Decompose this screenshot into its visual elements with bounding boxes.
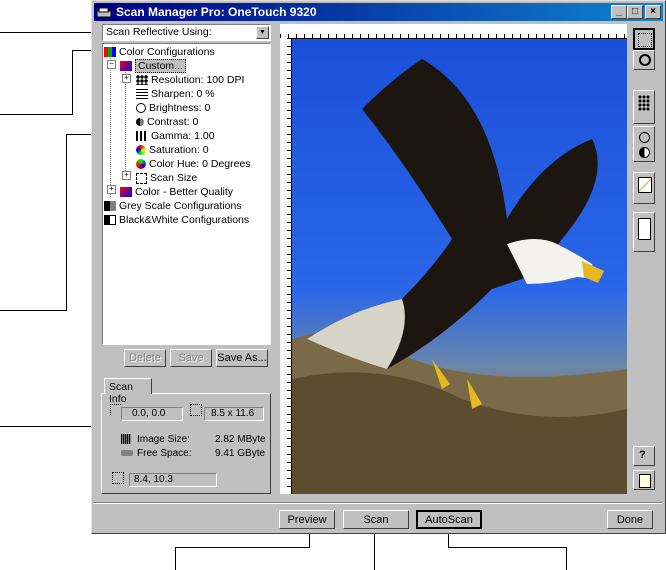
page-size-icon <box>638 218 651 240</box>
gamma-icon <box>136 131 148 142</box>
eagle-illustration <box>292 59 627 494</box>
curve-icon <box>638 177 652 193</box>
size-field: 8.5 x 11.6 <box>204 407 264 421</box>
preview-button[interactable]: Preview <box>279 510 335 529</box>
scan-source-select[interactable]: Scan Reflective Using: ▼ <box>102 24 271 41</box>
brightness-icon <box>136 103 146 114</box>
image-size-label: Image Size: <box>137 434 190 445</box>
color-quality-icon <box>120 187 132 198</box>
expand-toggle[interactable]: + <box>122 74 131 83</box>
free-space-value: 9.41 GByte <box>215 448 266 459</box>
size-icon <box>190 404 202 416</box>
free-space-label: Free Space: <box>137 448 192 459</box>
tree-item-color-configurations[interactable]: Color Configurations <box>104 46 215 58</box>
bottom-separator <box>93 502 662 504</box>
preview-image[interactable] <box>292 39 627 494</box>
select-arrow-icon <box>638 33 652 47</box>
callout-line-settings <box>0 310 66 311</box>
callout-line-preview-h <box>175 547 310 548</box>
autoscan-button[interactable]: AutoScan <box>416 510 482 529</box>
image-size-icon <box>121 434 131 444</box>
select-tool-button[interactable] <box>633 28 655 50</box>
minimize-button[interactable]: _ <box>611 5 627 19</box>
dropdown-arrow-button[interactable]: ▼ <box>256 26 269 39</box>
top-ruler <box>280 24 627 39</box>
tree-item-contrast[interactable]: Contrast: 0 <box>136 116 198 128</box>
tree-item-brightness[interactable]: Brightness: 0 <box>136 102 210 114</box>
grey-config-icon <box>104 201 116 212</box>
tree-item-color-hue[interactable]: Color Hue: 0 Degrees <box>136 158 251 170</box>
sharpen-icon <box>136 89 148 100</box>
callout-line-preview-d <box>175 547 176 570</box>
cursor-position-field: 8.4, 10.3 <box>129 473 217 487</box>
tree-item-resolution[interactable]: Resolution: 100 DPI <box>136 74 244 86</box>
tree-item-custom[interactable]: Custom... <box>120 59 186 73</box>
contrast-circle-icon <box>639 147 650 158</box>
callout-line-scan <box>374 528 375 570</box>
left-ruler <box>280 38 292 494</box>
delete-button[interactable]: Delete <box>124 349 166 367</box>
brightness-tool-button[interactable] <box>633 126 655 162</box>
callout-line-scan-source <box>0 32 102 33</box>
save-as-button[interactable]: Save As... <box>216 349 268 367</box>
tree-item-color-better-quality[interactable]: Color - Better Quality <box>120 186 233 198</box>
scan-source-value: Scan Reflective Using: <box>106 26 212 38</box>
custom-config-icon <box>120 61 132 72</box>
notepad-icon <box>639 474 651 488</box>
configuration-tree[interactable]: − + + + Color Configurations Custom... R… <box>102 43 271 345</box>
scan-info-panel: 0.0, 0.0 8.5 x 11.6 Image Size: 2.82 MBy… <box>101 393 271 494</box>
origin-field: 0.0, 0.0 <box>121 407 183 421</box>
resolution-icon <box>136 75 148 86</box>
title-bar[interactable]: Scan Manager Pro: OneTouch 9320 _ □ × <box>94 3 663 21</box>
done-button[interactable]: Done <box>607 510 653 529</box>
contrast-icon <box>136 118 144 127</box>
save-button[interactable]: Save <box>170 349 212 367</box>
cursor-position-icon <box>112 472 124 484</box>
gamma-tool-button[interactable] <box>633 172 655 204</box>
callout-line-autoscan-h <box>448 547 566 548</box>
callout-line-settings-v <box>66 134 67 311</box>
tree-item-gamma[interactable]: Gamma: 1.00 <box>136 130 215 142</box>
notes-button[interactable] <box>633 470 655 490</box>
scan-size-icon <box>136 172 147 184</box>
callout-line-configurations <box>0 114 72 115</box>
window-title: Scan Manager Pro: OneTouch 9320 <box>116 5 317 19</box>
resolution-tool-button[interactable] <box>633 90 655 124</box>
scan-info-tab[interactable]: Scan Info <box>104 378 152 405</box>
image-size-value: 2.82 MByte <box>215 434 266 445</box>
expand-toggle[interactable]: + <box>122 171 131 180</box>
close-button[interactable]: × <box>645 5 661 19</box>
resolution-dots-icon <box>638 95 650 111</box>
callout-line-autoscan-d <box>566 547 567 570</box>
tree-item-saturation[interactable]: Saturation: 0 <box>136 144 209 156</box>
origin-icon <box>110 404 121 415</box>
color-config-icon <box>104 47 116 58</box>
magnifier-icon <box>639 54 651 66</box>
tree-item-sharpen[interactable]: Sharpen: 0 % <box>136 88 215 100</box>
callout-line-configurations-v <box>72 50 73 115</box>
expand-toggle[interactable]: + <box>107 185 116 194</box>
tree-item-black-white[interactable]: Black&White Configurations <box>104 214 249 226</box>
zoom-tool-button[interactable] <box>633 50 655 70</box>
maximize-button[interactable]: □ <box>627 5 643 19</box>
help-button[interactable]: ? <box>633 446 655 466</box>
tree-line <box>110 58 111 198</box>
collapse-toggle[interactable]: − <box>107 60 116 69</box>
scan-info-tab-label: Scan Info <box>109 381 133 405</box>
scan-size-tool-button[interactable] <box>633 212 655 252</box>
bw-config-icon <box>104 215 116 226</box>
tree-item-scan-size[interactable]: Scan Size <box>136 172 197 184</box>
tree-line <box>125 72 126 178</box>
saturation-icon <box>136 145 146 156</box>
help-icon: ? <box>639 449 646 461</box>
app-icon <box>96 6 112 18</box>
tree-item-grey-scale[interactable]: Grey Scale Configurations <box>104 200 242 212</box>
bulb-icon <box>639 132 650 143</box>
color-hue-icon <box>136 159 146 170</box>
callout-line-scan-info <box>0 426 102 427</box>
disk-icon <box>121 450 133 456</box>
scan-button[interactable]: Scan <box>343 510 409 529</box>
